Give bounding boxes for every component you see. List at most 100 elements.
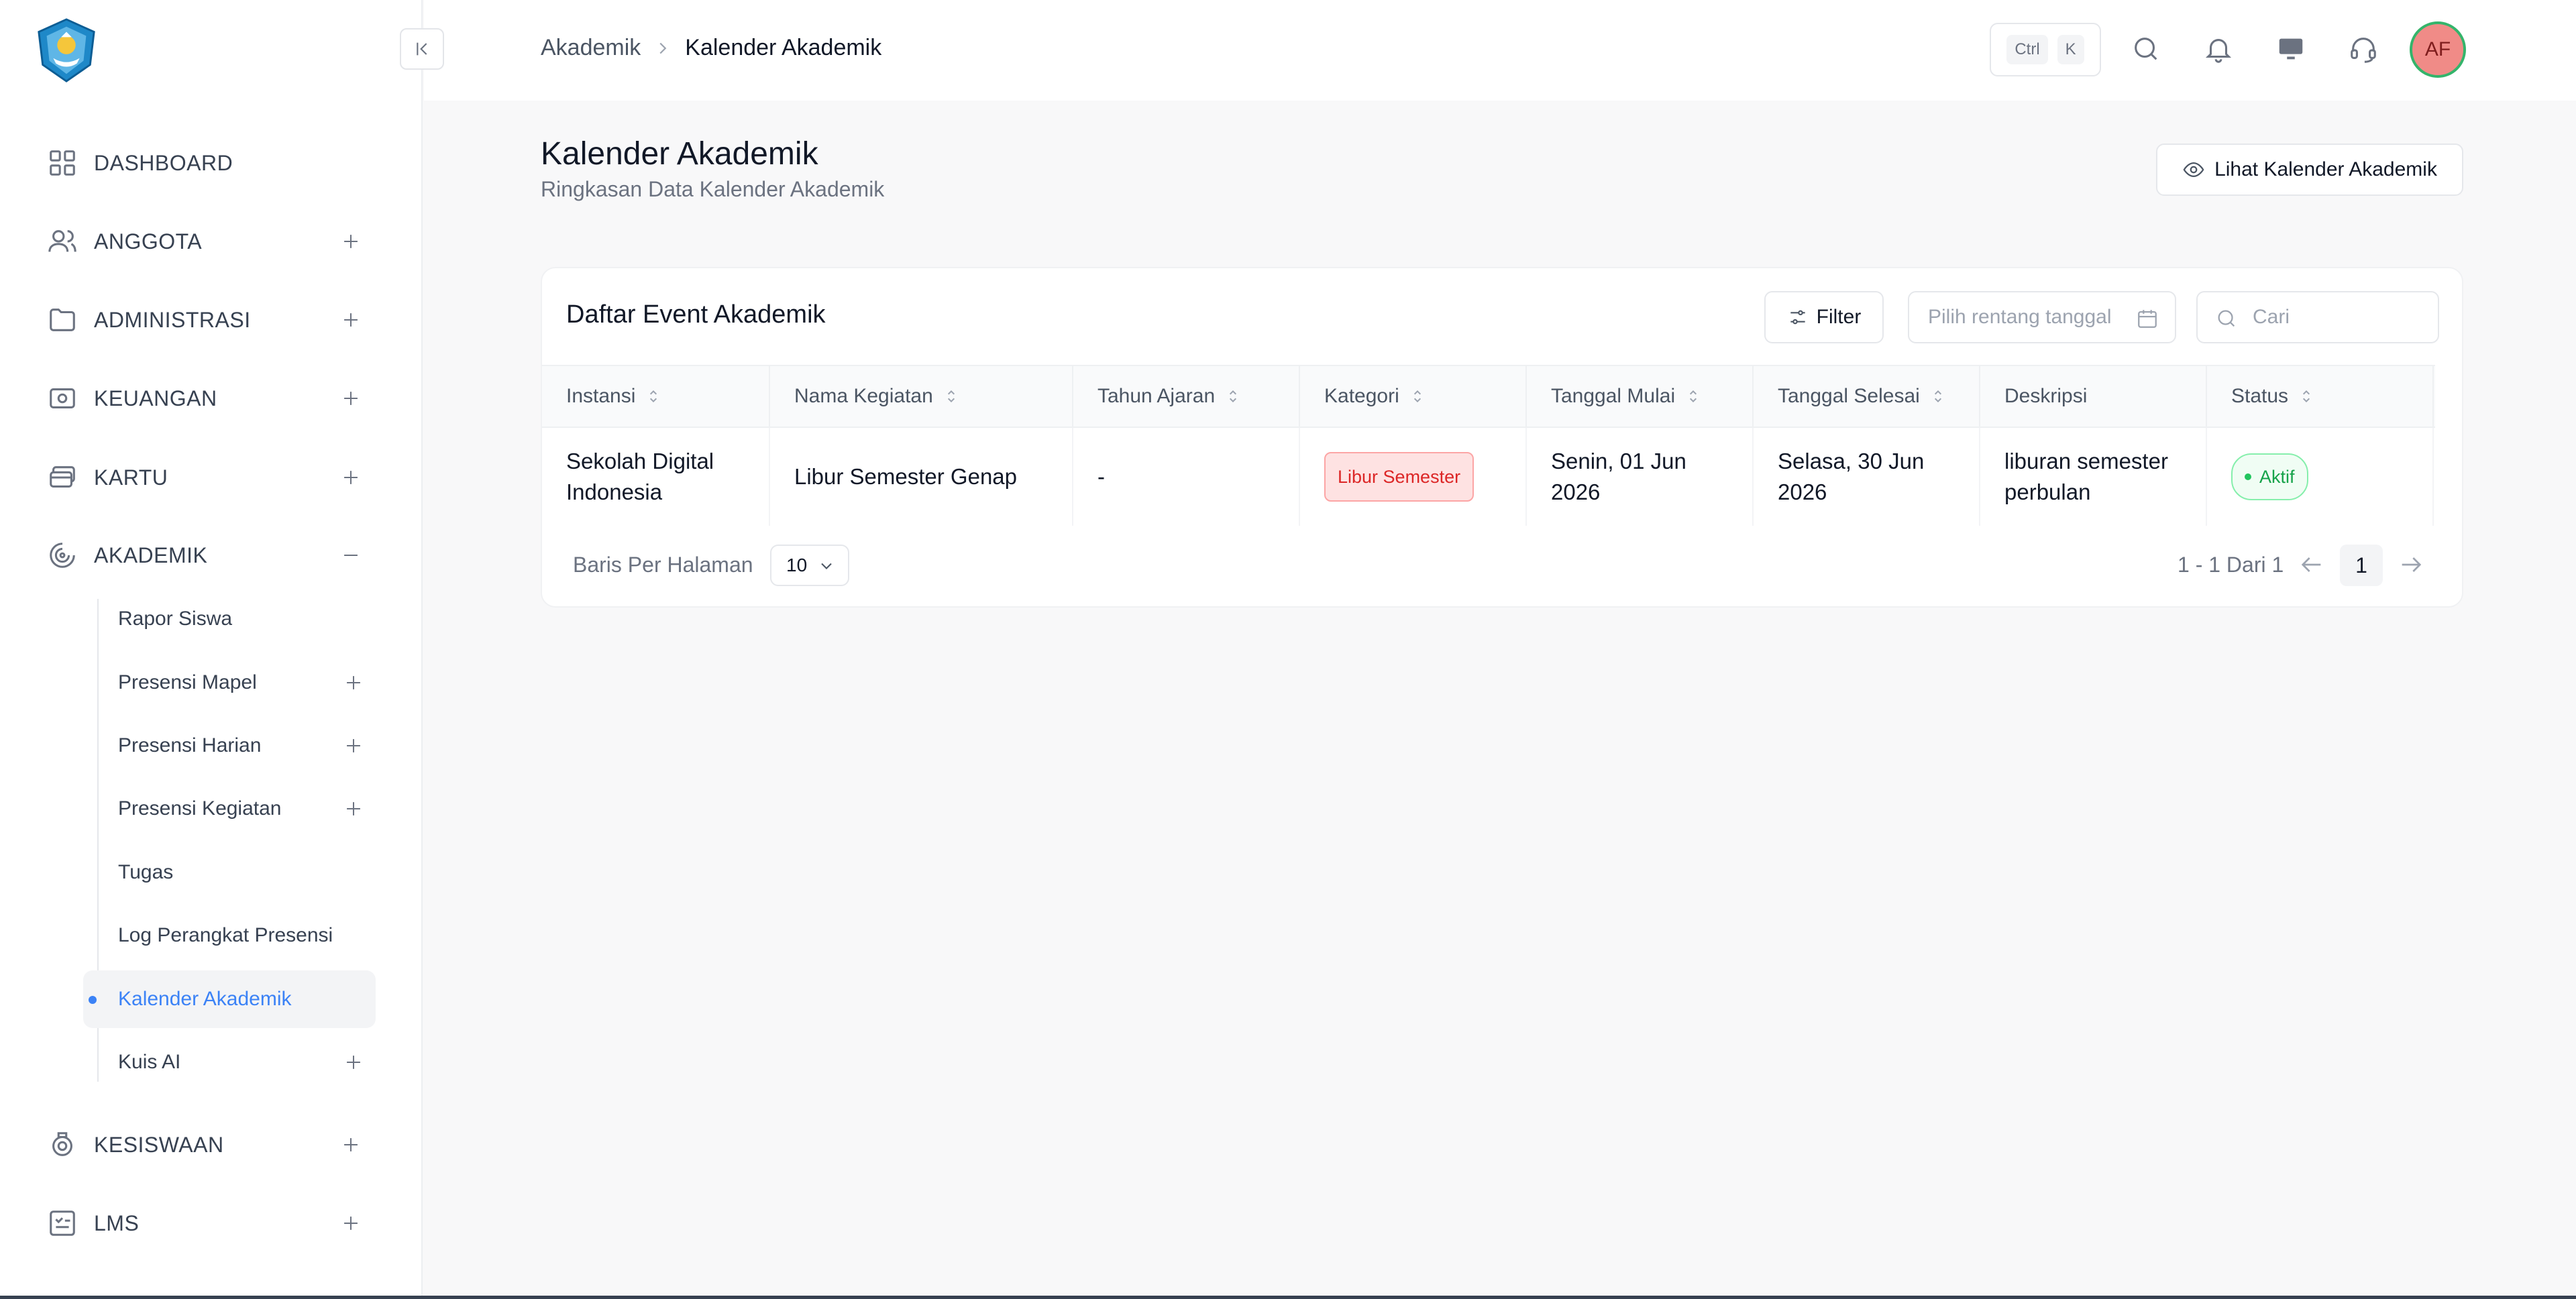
headset-icon[interactable] (2348, 34, 2379, 64)
cell-deskripsi: liburan semester perbulan (1980, 428, 2207, 526)
date-range-picker[interactable]: Pilih rentang tanggal (1908, 291, 2176, 343)
filter-button[interactable]: Filter (1764, 291, 1884, 343)
cell-instansi: Sekolah Digital Indonesia (542, 428, 770, 526)
column-header-label: Kategori (1324, 385, 1399, 407)
search-input[interactable]: Cari (2196, 291, 2439, 343)
page-button-current[interactable]: 1 (2340, 545, 2383, 586)
column-header-label: Deskripsi (2004, 385, 2088, 407)
academic-icon (50, 543, 75, 568)
sidebar-subitem-kuis-ai[interactable]: Kuis AI (83, 1033, 376, 1091)
plus-icon[interactable] (342, 734, 365, 757)
view-calendar-label: Lihat Kalender Akademik (2214, 158, 2437, 180)
plus-icon[interactable] (339, 1212, 362, 1235)
sort-icon (1934, 390, 1941, 402)
sort-icon (2303, 390, 2310, 402)
sidebar-subitem-kalender-akademik[interactable]: Kalender Akademik (83, 970, 376, 1028)
view-calendar-button[interactable]: Lihat Kalender Akademik (2156, 144, 2463, 196)
cell-kategori: Libur Semester (1300, 428, 1527, 526)
sidebar-item-keuangan[interactable]: KEUANGAN (47, 372, 369, 425)
column-header-deskripsi: Deskripsi (1980, 366, 2207, 427)
sidebar-item-kartu[interactable]: KARTU (47, 451, 369, 504)
window-bottom-border (0, 1296, 2576, 1299)
breadcrumb-item-akademik[interactable]: Akademik (541, 35, 641, 61)
sidebar-item-lms[interactable]: LMS (47, 1196, 369, 1250)
folder-icon (50, 308, 75, 331)
bell-icon[interactable] (2203, 34, 2234, 64)
sidebar-subitem-label: Presensi Mapel (118, 671, 257, 693)
column-header-status[interactable]: Status (2207, 366, 2434, 427)
plus-icon[interactable] (339, 230, 362, 253)
eye-icon (2183, 162, 2204, 178)
table-row[interactable]: Sekolah Digital Indonesia Libur Semester… (542, 428, 2435, 526)
sidebar: DASHBOARD ANGGOTA ADMINISTRASI KEUANGAN … (0, 0, 423, 1296)
date-range-placeholder: Pilih rentang tanggal (1928, 306, 2112, 328)
column-header-instansi[interactable]: Instansi (542, 366, 770, 427)
sidebar-collapse-button[interactable] (400, 28, 444, 70)
sidebar-item-anggota[interactable]: ANGGOTA (47, 215, 369, 268)
sidebar-item-kesiswaan[interactable]: KESISWAAN (47, 1118, 369, 1172)
sidebar-item-label: ANGGOTA (94, 229, 203, 253)
sidebar-item-dashboard[interactable]: DASHBOARD (47, 136, 369, 190)
command-palette-shortcut[interactable]: Ctrl K (1990, 23, 2101, 76)
card-icon (50, 466, 75, 488)
rows-per-page-value: 10 (786, 555, 808, 575)
sidebar-item-label: ADMINISTRASI (94, 307, 251, 332)
sidebar-subitem-log-perangkat-presensi[interactable]: Log Perangkat Presensi (83, 907, 376, 964)
cell-nama-kegiatan: Libur Semester Genap (770, 428, 1073, 526)
column-header-tanggal-selesai[interactable]: Tanggal Selesai (1754, 366, 1980, 427)
column-header-label: Tahun Ajaran (1097, 385, 1216, 407)
users-icon (48, 230, 76, 252)
plus-icon[interactable] (339, 308, 362, 331)
plus-icon[interactable] (342, 671, 365, 694)
sort-icon (650, 390, 657, 402)
search-icon[interactable] (2131, 34, 2161, 64)
chevron-down-icon (821, 563, 832, 569)
sort-icon (1230, 390, 1237, 402)
active-indicator (89, 996, 97, 1004)
sidebar-subitem-label: Presensi Harian (118, 734, 262, 756)
monitor-icon[interactable] (2275, 34, 2306, 64)
avatar[interactable]: AF (2410, 21, 2466, 78)
column-header-tanggal-mulai[interactable]: Tanggal Mulai (1527, 366, 1754, 427)
arrow-right-icon[interactable] (2398, 551, 2424, 578)
table-header: Instansi Nama Kegiatan Tahun Ajaran Kate… (542, 365, 2435, 428)
sidebar-subitem-tugas[interactable]: Tugas (83, 844, 376, 901)
rows-per-page-label: Baris Per Halaman (573, 553, 753, 577)
search-placeholder: Cari (2253, 306, 2290, 328)
minus-icon[interactable] (339, 544, 362, 567)
collapse-left-icon (417, 42, 427, 56)
plus-icon[interactable] (339, 1133, 362, 1156)
column-header-nama-kegiatan[interactable]: Nama Kegiatan (770, 366, 1073, 427)
card-title: Daftar Event Akademik (566, 300, 826, 329)
sidebar-item-label: DASHBOARD (94, 150, 233, 175)
sort-icon (1413, 390, 1421, 402)
plus-icon[interactable] (342, 1051, 365, 1074)
cell-status: Aktif (2207, 428, 2434, 526)
sidebar-subitem-presensi-mapel[interactable]: Presensi Mapel (83, 654, 376, 712)
cell-tahun-ajaran: - (1073, 428, 1300, 526)
arrow-left-icon[interactable] (2298, 551, 2325, 578)
rows-per-page-select[interactable]: 10 (770, 545, 849, 586)
sidebar-subitem-presensi-harian[interactable]: Presensi Harian (83, 717, 376, 775)
category-badge: Libur Semester (1324, 452, 1474, 502)
column-header-label: Instansi (566, 385, 636, 407)
kbd-k: K (2057, 35, 2084, 64)
status-badge: Aktif (2231, 453, 2308, 500)
status-dot (2245, 473, 2251, 480)
breadcrumb-item-current: Kalender Akademik (685, 35, 882, 60)
logo-icon[interactable] (34, 17, 99, 83)
plus-icon[interactable] (339, 387, 362, 410)
column-header-tahun-ajaran[interactable]: Tahun Ajaran (1073, 366, 1300, 427)
plus-icon[interactable] (342, 797, 365, 820)
sidebar-item-akademik[interactable]: AKADEMIK (47, 528, 369, 582)
grid-icon (50, 150, 75, 176)
filter-label: Filter (1816, 306, 1862, 328)
sidebar-subitem-presensi-kegiatan[interactable]: Presensi Kegiatan (83, 780, 376, 838)
sidebar-subitem-rapor-siswa[interactable]: Rapor Siswa (83, 590, 376, 648)
column-header-kategori[interactable]: Kategori (1300, 366, 1527, 427)
sidebar-item-administrasi[interactable]: ADMINISTRASI (47, 293, 369, 347)
plus-icon[interactable] (339, 466, 362, 489)
sidebar-item-label: KESISWAAN (94, 1132, 224, 1157)
search-icon (2218, 310, 2235, 327)
cell-tanggal-selesai: Selasa, 30 Jun 2026 (1754, 428, 1980, 526)
